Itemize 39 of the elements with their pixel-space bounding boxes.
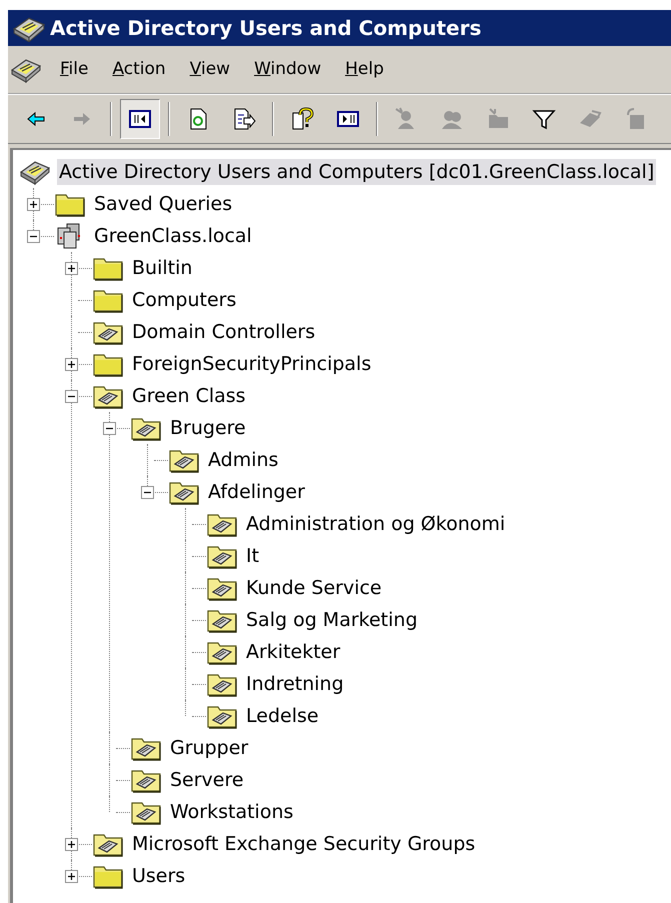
- window-title: Active Directory Users and Computers: [50, 15, 482, 42]
- tree-item[interactable]: Indretning: [244, 671, 346, 697]
- tree-item[interactable]: Microsoft Exchange Security Groups: [130, 831, 478, 857]
- expand-icon[interactable]: [65, 838, 78, 850]
- tree-item[interactable]: Computers: [130, 287, 238, 313]
- tree-item[interactable]: Grupper: [168, 735, 250, 761]
- expand-icon[interactable]: [65, 262, 78, 274]
- tree-item[interactable]: Builtin: [130, 255, 194, 281]
- tree-item[interactable]: GreenClass.local: [92, 223, 254, 249]
- tree-item[interactable]: Domain Controllers: [130, 319, 318, 345]
- collapse-icon[interactable]: [27, 230, 40, 242]
- tree-item[interactable]: Users: [130, 863, 188, 889]
- tree-item[interactable]: Afdelinger: [206, 479, 307, 505]
- menu-item[interactable]: Help: [337, 56, 392, 82]
- tree-item[interactable]: Admins: [206, 447, 280, 473]
- tree-item[interactable]: Servere: [168, 767, 246, 793]
- tree-item[interactable]: Ledelse: [244, 703, 321, 729]
- menu-item[interactable]: File: [52, 56, 96, 82]
- menu-item[interactable]: View: [182, 56, 238, 82]
- tree-item[interactable]: Active Directory Users and Computers [dc01.GreenClass.local]: [57, 159, 656, 185]
- tree-item[interactable]: Arkitekter: [244, 639, 342, 665]
- tree-item[interactable]: Brugere: [168, 415, 248, 441]
- collapse-icon[interactable]: [65, 390, 78, 402]
- collapse-icon[interactable]: [103, 422, 116, 434]
- expand-icon[interactable]: [65, 870, 78, 882]
- expand-icon[interactable]: [65, 358, 78, 370]
- tree-item[interactable]: It: [244, 543, 262, 569]
- tree-item[interactable]: Salg og Marketing: [244, 607, 420, 633]
- tree-item[interactable]: Green Class: [130, 383, 248, 409]
- tree-item[interactable]: Saved Queries: [92, 191, 234, 217]
- tree-item[interactable]: Kunde Service: [244, 575, 384, 601]
- tree-item[interactable]: Workstations: [168, 799, 296, 825]
- tree-item[interactable]: ForeignSecurityPrincipals: [130, 351, 374, 377]
- menu-item[interactable]: Window: [246, 56, 330, 82]
- tree-item[interactable]: Administration og Økonomi: [244, 511, 508, 537]
- panel-toggle-icon[interactable]: [120, 99, 160, 139]
- collapse-icon[interactable]: [141, 486, 154, 498]
- expand-icon[interactable]: [27, 198, 40, 210]
- menu-item[interactable]: Action: [104, 56, 174, 82]
